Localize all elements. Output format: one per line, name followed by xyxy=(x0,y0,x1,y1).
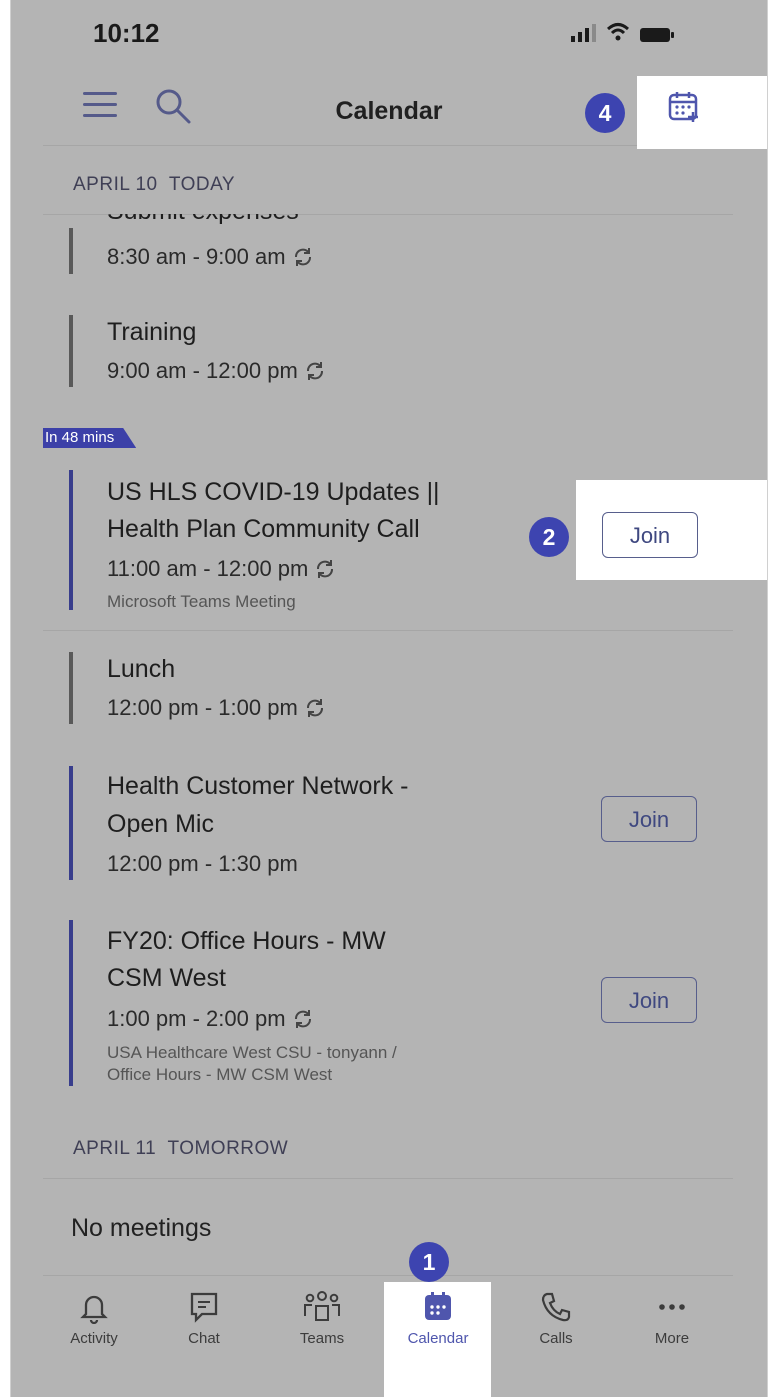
tab-activity[interactable]: Activity xyxy=(39,1290,149,1380)
event-title-line1: FY20: Office Hours - MW xyxy=(107,927,386,955)
battery-icon xyxy=(640,28,674,42)
status-icons xyxy=(571,22,674,42)
recurring-icon xyxy=(294,248,311,266)
event-title: Training xyxy=(107,318,197,346)
event-bar xyxy=(69,228,73,274)
join-button[interactable]: Join xyxy=(601,977,697,1023)
chat-icon xyxy=(190,1292,218,1323)
calendar-add-icon[interactable] xyxy=(667,90,701,124)
divider xyxy=(43,1178,733,1179)
more-icon xyxy=(659,1304,685,1310)
tab-chat[interactable]: Chat xyxy=(149,1290,259,1380)
wifi-icon xyxy=(606,23,630,41)
tab-more[interactable]: More xyxy=(617,1290,727,1380)
event-location-line2: Office Hours - MW CSM West xyxy=(107,1065,333,1084)
tab-label: Calendar xyxy=(407,1330,469,1347)
callout-2: 2 xyxy=(529,517,569,557)
header-divider xyxy=(43,145,733,146)
event-time: 8:30 am - 9:00 am xyxy=(107,244,314,270)
event-bar xyxy=(69,652,73,724)
recurring-icon xyxy=(306,362,323,380)
event-title: Submit expenses xyxy=(107,214,299,229)
event-title-line1: US HLS COVID-19 Updates || xyxy=(107,478,440,506)
event-time: 9:00 am - 12:00 pm xyxy=(107,358,326,384)
tab-label: Activity xyxy=(70,1330,118,1347)
event-item[interactable]: US HLS COVID-19 Updates || Health Plan C… xyxy=(69,470,569,615)
tab-label: More xyxy=(654,1330,690,1347)
event-bar xyxy=(69,766,73,880)
tabbar-divider xyxy=(43,1275,733,1276)
date-header-tomorrow: APRIL 11 TOMORROW xyxy=(73,1138,289,1159)
event-time: 12:00 pm - 1:30 pm xyxy=(107,851,298,876)
event-title-line2: Open Mic xyxy=(107,810,214,838)
callout-1: 1 xyxy=(409,1242,449,1282)
recurring-icon xyxy=(294,1010,311,1028)
join-highlight: Join xyxy=(576,480,767,580)
status-time: 10:12 xyxy=(93,18,160,48)
join-button[interactable]: Join xyxy=(602,512,698,558)
event-title-line2: CSM West xyxy=(107,964,226,992)
upcoming-badge: In 48 mins xyxy=(43,428,137,448)
event-title: Lunch xyxy=(107,655,176,683)
recurring-icon xyxy=(306,699,323,717)
tab-teams[interactable]: Teams xyxy=(267,1290,377,1380)
no-meetings-text: No meetings xyxy=(71,1214,212,1242)
event-item[interactable]: Lunch 12:00 pm - 1:00 pm xyxy=(69,652,669,727)
event-item[interactable]: FY20: Office Hours - MW CSM West 1:00 pm… xyxy=(69,920,569,1090)
callout-4: 4 xyxy=(585,93,625,133)
event-time: 12:00 pm - 1:00 pm xyxy=(107,695,326,721)
phone-icon xyxy=(541,1292,571,1322)
event-item[interactable]: Submit expenses 8:30 am - 9:00 am xyxy=(69,214,669,274)
new-event-highlight xyxy=(637,76,767,149)
tab-calls[interactable]: Calls xyxy=(501,1290,611,1380)
tab-calendar[interactable]: Calendar xyxy=(383,1290,493,1380)
date-header-today: APRIL 10 TODAY xyxy=(73,174,236,195)
phone-screen: 10:12 Calendar 4 APRIL 10 TODAY 8:30 am … xyxy=(10,0,768,1397)
event-time: 11:00 am - 12:00 pm xyxy=(107,556,336,582)
event-item[interactable]: Training 9:00 am - 12:00 pm xyxy=(69,315,669,390)
join-button[interactable]: Join xyxy=(601,796,697,842)
event-location-line1: USA Healthcare West CSU - tonyann / xyxy=(107,1043,397,1062)
recurring-icon xyxy=(317,560,334,578)
event-bar xyxy=(69,315,73,387)
event-bar xyxy=(69,920,73,1086)
divider xyxy=(43,630,733,631)
calendar-icon xyxy=(425,1292,451,1320)
teams-icon xyxy=(304,1291,340,1321)
event-time: 1:00 pm - 2:00 pm xyxy=(107,1006,314,1032)
tab-label: Chat xyxy=(188,1330,220,1347)
tab-label: Calls xyxy=(539,1330,573,1347)
event-title-line1: Health Customer Network - xyxy=(107,772,409,800)
tab-label: Teams xyxy=(299,1330,345,1347)
event-item[interactable]: Health Customer Network - Open Mic 12:00… xyxy=(69,766,569,886)
event-location: Microsoft Teams Meeting xyxy=(107,592,296,611)
bell-icon xyxy=(80,1295,108,1324)
event-title-line2: Health Plan Community Call xyxy=(107,515,420,543)
event-bar xyxy=(69,470,73,610)
signal-icon xyxy=(571,24,596,42)
